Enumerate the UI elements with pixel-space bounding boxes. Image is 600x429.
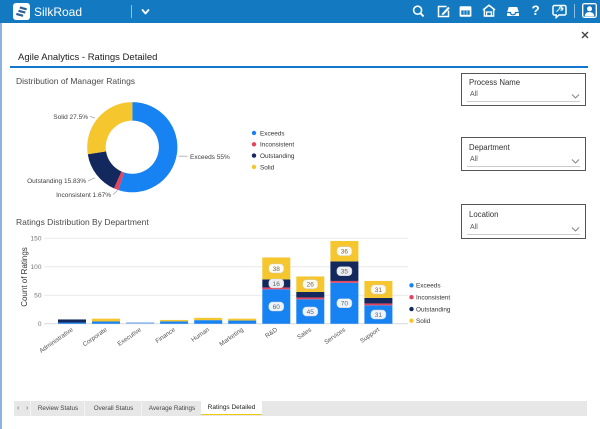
svg-text:Marketing: Marketing (218, 326, 245, 348)
svg-text:R&D: R&D (264, 326, 279, 340)
svg-text:Administrative: Administrative (38, 326, 75, 355)
svg-text:45: 45 (307, 309, 315, 316)
svg-text:Solid: Solid (260, 164, 275, 171)
svg-text:Corporate: Corporate (82, 326, 109, 348)
svg-text:150: 150 (30, 236, 41, 243)
svg-text:60: 60 (273, 304, 281, 311)
svg-text:Outstanding: Outstanding (416, 307, 451, 314)
svg-text:26: 26 (307, 282, 315, 289)
svg-text:Executive: Executive (116, 326, 143, 348)
svg-text:35: 35 (341, 269, 349, 276)
svg-text:Distribution of Manager Rating: Distribution of Manager Ratings (16, 76, 135, 86)
svg-text:Human: Human (190, 326, 211, 344)
svg-text:Count of Ratings: Count of Ratings (20, 247, 29, 307)
svg-text:Finance: Finance (154, 326, 177, 345)
svg-text:Ratings Distribution By Depart: Ratings Distribution By Department (16, 217, 149, 227)
svg-text:31: 31 (375, 287, 383, 294)
svg-text:Sales: Sales (296, 326, 313, 341)
svg-text:Outstanding: Outstanding (260, 153, 295, 160)
svg-text:Inconsistent: Inconsistent (416, 295, 450, 302)
svg-text:16: 16 (273, 281, 281, 288)
svg-text:Services: Services (323, 326, 347, 346)
svg-text:70: 70 (341, 301, 349, 308)
svg-text:Solid: Solid (416, 318, 431, 325)
svg-text:Inconsistent: Inconsistent (260, 142, 294, 149)
svg-text:Support: Support (359, 326, 381, 345)
svg-text:0: 0 (38, 321, 42, 328)
svg-text:50: 50 (34, 293, 42, 300)
svg-text:Exceeds: Exceeds (416, 283, 441, 290)
svg-text:Outstanding 15.83%: Outstanding 15.83% (27, 178, 86, 185)
svg-text:36: 36 (341, 249, 349, 256)
svg-text:Solid 27.5%: Solid 27.5% (53, 114, 88, 121)
svg-text:Exceeds 55%: Exceeds 55% (190, 154, 230, 161)
svg-text:31: 31 (375, 312, 383, 319)
svg-text:100: 100 (30, 264, 41, 271)
svg-text:Exceeds: Exceeds (260, 130, 285, 137)
svg-text:38: 38 (273, 266, 281, 273)
svg-text:Inconsistent 1.67%: Inconsistent 1.67% (56, 192, 111, 199)
